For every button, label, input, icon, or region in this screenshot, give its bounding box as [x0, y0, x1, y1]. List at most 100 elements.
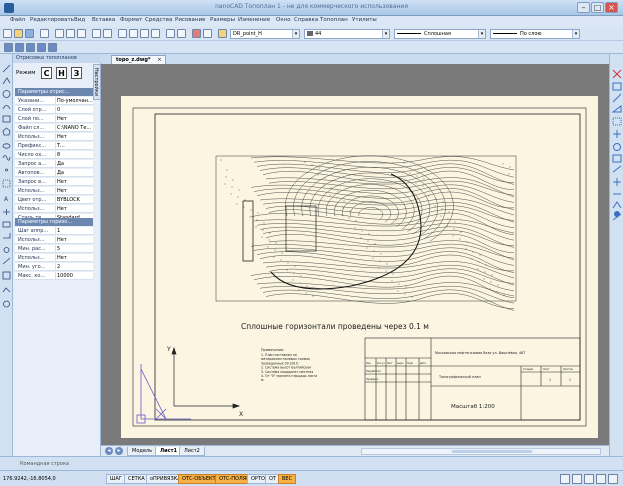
- menu-tools[interactable]: Средства: [145, 17, 172, 23]
- property-value[interactable]: Да: [57, 169, 93, 176]
- next-layout-icon[interactable]: ▸: [115, 447, 123, 455]
- layer-state-icon[interactable]: [218, 29, 227, 38]
- property-value[interactable]: По-умолчан...: [57, 97, 93, 104]
- open-folder-icon[interactable]: [14, 29, 23, 38]
- horizontal-scrollbar[interactable]: [361, 448, 601, 455]
- topo-points-icon[interactable]: [15, 43, 24, 52]
- section-contour-params[interactable]: Параметры горизо...: [15, 218, 93, 226]
- property-row[interactable]: Использ... Нет: [15, 133, 93, 141]
- property-value[interactable]: BYBLOCK: [57, 196, 93, 203]
- match-properties-icon[interactable]: [203, 29, 212, 38]
- settings-side-tab[interactable]: Настройки: [93, 64, 101, 100]
- status-snap[interactable]: ШАГ: [106, 474, 126, 484]
- zoom-extents-icon[interactable]: [151, 29, 160, 38]
- drawing-canvas[interactable]: Сплошные горизонтали проведены через 0.1…: [101, 64, 609, 445]
- tab-model[interactable]: Модель: [127, 447, 158, 456]
- zoom-in-icon[interactable]: [129, 29, 138, 38]
- mode-button-n[interactable]: Н: [56, 67, 67, 79]
- menu-utilities[interactable]: Утилиты: [352, 17, 377, 23]
- property-value[interactable]: 8: [57, 151, 93, 158]
- menu-topoplan[interactable]: Топоплан: [320, 17, 348, 23]
- property-row[interactable]: Мин. уго... 2: [15, 263, 93, 271]
- property-value[interactable]: Нет: [57, 115, 93, 122]
- mode-button-z[interactable]: З: [71, 67, 82, 79]
- document-tab[interactable]: topo_z.dwg* ×: [111, 55, 166, 64]
- property-row[interactable]: Использ... Нет: [15, 254, 93, 262]
- layer-select[interactable]: DR_point_H ▾: [230, 29, 300, 39]
- property-value[interactable]: 10000: [57, 272, 93, 279]
- property-row[interactable]: Мин. рас... 5: [15, 245, 93, 253]
- property-row[interactable]: Использ... Нет: [15, 236, 93, 244]
- clean-screen-icon[interactable]: [608, 474, 618, 484]
- erase-icon[interactable]: [192, 29, 201, 38]
- menu-dimensions[interactable]: Размеры: [210, 17, 235, 23]
- mode-button-s[interactable]: С: [41, 67, 52, 79]
- properties-icon[interactable]: [166, 29, 175, 38]
- model-paper-icon[interactable]: [560, 474, 570, 484]
- paste-icon[interactable]: [77, 29, 86, 38]
- color-select[interactable]: 44 ▾: [304, 29, 390, 39]
- redo-icon[interactable]: [103, 29, 112, 38]
- status-lineweight[interactable]: ВЕС: [278, 474, 297, 484]
- close-tab-icon[interactable]: ×: [157, 56, 161, 64]
- property-row[interactable]: Использ... Нет: [15, 205, 93, 213]
- property-row[interactable]: Слой отр... 0: [15, 106, 93, 114]
- menu-edit[interactable]: Редактировать: [30, 17, 74, 23]
- annotation-scale-icon[interactable]: [572, 474, 582, 484]
- zoom-out-icon[interactable]: [140, 29, 149, 38]
- tab-sheet1[interactable]: Лист1: [155, 447, 182, 456]
- maximize-button[interactable]: □: [591, 2, 604, 13]
- cut-icon[interactable]: [55, 29, 64, 38]
- property-value[interactable]: Да: [57, 160, 93, 167]
- property-row[interactable]: Указани... По-умолчан...: [15, 97, 93, 105]
- menu-draw[interactable]: Рисование: [175, 17, 205, 23]
- workspace-icon[interactable]: [584, 474, 594, 484]
- topo-labels-icon[interactable]: [37, 43, 46, 52]
- property-value[interactable]: C:\NANO Те...: [57, 124, 93, 131]
- minimize-button[interactable]: –: [577, 2, 590, 13]
- status-grid[interactable]: СЕТКА: [124, 474, 149, 484]
- close-button[interactable]: ×: [605, 2, 618, 13]
- save-icon[interactable]: [25, 29, 34, 38]
- print-icon[interactable]: [40, 29, 49, 38]
- property-row[interactable]: Слой по... Нет: [15, 115, 93, 123]
- pan-icon[interactable]: [118, 29, 127, 38]
- property-value[interactable]: Нет: [57, 178, 93, 185]
- prev-layout-icon[interactable]: ◂: [105, 447, 113, 455]
- menu-window[interactable]: Окно: [276, 17, 291, 23]
- menu-view[interactable]: Вид: [74, 17, 85, 23]
- property-row[interactable]: Запрос а... Да: [15, 160, 93, 168]
- menu-format[interactable]: Формат: [120, 17, 142, 23]
- menu-help[interactable]: Справка: [294, 17, 318, 23]
- topo-settings-icon[interactable]: [48, 43, 57, 52]
- menu-file[interactable]: Файл: [10, 17, 25, 23]
- menu-insert[interactable]: Вставка: [92, 17, 115, 23]
- menu-modify[interactable]: Изменение: [238, 17, 270, 23]
- property-row[interactable]: Шаг аппр... 1: [15, 227, 93, 235]
- property-row[interactable]: Файл сл... C:\NANO Те...: [15, 124, 93, 132]
- property-row[interactable]: Макс. ко... 10000: [15, 272, 93, 280]
- property-value[interactable]: Нет: [57, 205, 93, 212]
- property-value[interactable]: 0: [57, 106, 93, 113]
- property-value[interactable]: 5: [57, 245, 93, 252]
- undo-icon[interactable]: [92, 29, 101, 38]
- property-row[interactable]: Префикс... Т...: [15, 142, 93, 150]
- lineweight-select[interactable]: По слою ▾: [490, 29, 580, 39]
- property-row[interactable]: Число ох... 8: [15, 151, 93, 159]
- property-row[interactable]: Автопов... Да: [15, 169, 93, 177]
- lock-icon[interactable]: [596, 474, 606, 484]
- linetype-select[interactable]: Сплошная ▾: [394, 29, 486, 39]
- property-value[interactable]: Нет: [57, 236, 93, 243]
- section-draw-params[interactable]: Параметры отрис...: [15, 88, 93, 96]
- property-row[interactable]: Запрос в... Нет: [15, 178, 93, 186]
- topo-draw-icon[interactable]: [4, 43, 13, 52]
- tab-sheet2[interactable]: Лист2: [179, 447, 205, 456]
- property-value[interactable]: Нет: [57, 254, 93, 261]
- copy-icon[interactable]: [66, 29, 75, 38]
- layers-icon[interactable]: [177, 29, 186, 38]
- new-file-icon[interactable]: [3, 29, 12, 38]
- property-value[interactable]: Т...: [57, 142, 93, 149]
- status-otrack[interactable]: ОТС-ОБЪЕКТ: [178, 474, 220, 484]
- property-value[interactable]: 2: [57, 263, 93, 270]
- property-row[interactable]: Цвет отр... BYBLOCK: [15, 196, 93, 204]
